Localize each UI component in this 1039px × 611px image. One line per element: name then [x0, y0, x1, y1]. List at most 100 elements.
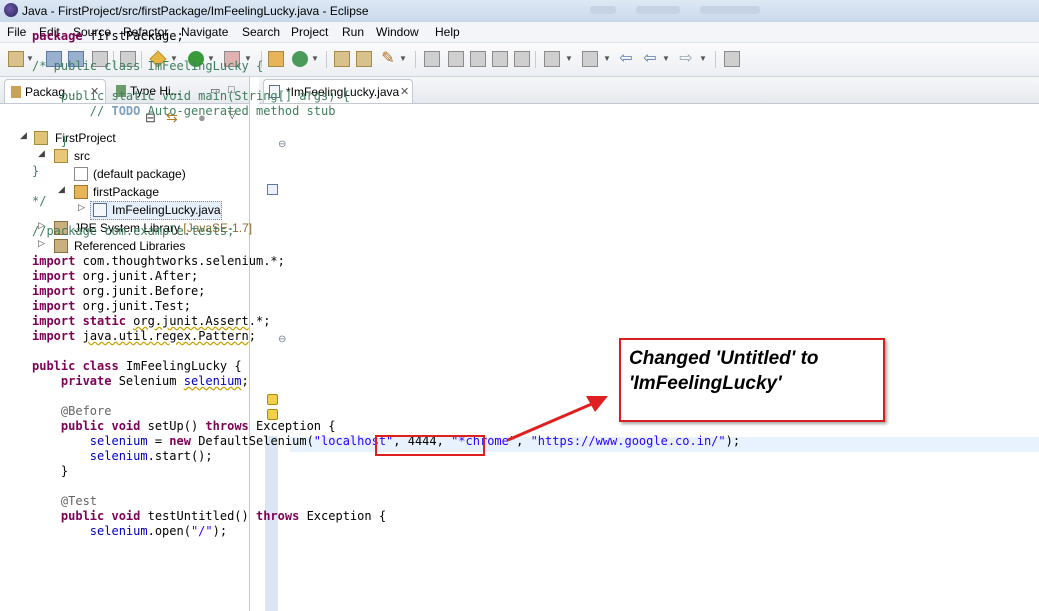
code-token: Exception { [299, 509, 387, 523]
code-line: private Selenium selenium; [32, 374, 249, 389]
search-icon[interactable]: ✎ [380, 51, 396, 67]
code-line: public void setUp() throws Exception { [32, 419, 336, 434]
code-token: .*; [248, 314, 271, 328]
last-edit-icon[interactable]: ⇦ [618, 51, 634, 67]
toolbar-separator [535, 51, 536, 68]
annotation-highlight-box [375, 435, 485, 456]
block-select-icon[interactable] [492, 51, 508, 67]
new-class-icon[interactable] [292, 51, 308, 67]
collapse-arrow-icon[interactable]: ▷ [78, 202, 88, 213]
code-line: import org.junit.After; [32, 269, 198, 284]
keyword: import [32, 269, 76, 283]
menu-help[interactable]: Help [435, 25, 460, 39]
string: "/" [190, 524, 213, 538]
blurred-region [636, 6, 680, 14]
close-icon[interactable]: ✕ [400, 85, 409, 98]
code-line: public void testUntitled() throws Except… [32, 509, 386, 524]
expand-arrow-icon[interactable]: ◢ [38, 148, 48, 159]
keyword: import [32, 329, 76, 343]
code-line: } [32, 464, 68, 479]
menu-file[interactable]: File [7, 25, 26, 39]
class-name: ImFeelingLucky [125, 359, 228, 373]
eclipse-logo-icon [4, 3, 18, 17]
keyword: new [169, 434, 191, 448]
next-annotation-icon[interactable] [544, 51, 560, 67]
edit-icon[interactable] [448, 51, 464, 67]
code-token: DefaultSelenium( [190, 434, 314, 448]
expand-arrow-icon[interactable]: ◢ [58, 184, 68, 195]
fold-icon[interactable]: ⊖ [278, 334, 286, 345]
keyword: throws [255, 509, 300, 523]
chevron-down-icon[interactable]: ▼ [311, 51, 319, 67]
code-token: com.thoughtworks.selenium.*; [75, 254, 285, 268]
chevron-down-icon[interactable]: ▼ [603, 51, 611, 67]
chevron-down-icon[interactable]: ▼ [662, 51, 670, 67]
code-token: = [147, 434, 170, 448]
toolbar-separator [715, 51, 716, 68]
back-icon[interactable]: ⇦ [642, 51, 658, 67]
todo-tag: TODO [111, 104, 141, 118]
field-name: selenium [89, 524, 148, 538]
callout-line: Changed 'Untitled' to [629, 348, 819, 369]
menu-navigate[interactable]: Navigate [181, 25, 228, 39]
toggle-mark-icon[interactable] [424, 51, 440, 67]
code-token: org.junit.After; [75, 269, 199, 283]
editor-tab-bar: *ImFeelingLucky.java ✕ [259, 77, 1039, 104]
chevron-down-icon[interactable]: ▼ [565, 51, 573, 67]
code-token: ; [241, 374, 249, 388]
code-line: public static void main(String[] args) { [32, 89, 350, 104]
menu-run[interactable]: Run [342, 25, 364, 39]
pin-editor-icon[interactable] [724, 51, 740, 67]
show-source-icon[interactable] [514, 51, 530, 67]
fold-icon[interactable]: ⊖ [278, 139, 286, 150]
keyword: import static [32, 314, 126, 328]
code-line: @Before [32, 404, 112, 419]
code-line: selenium.start(); [32, 449, 213, 464]
open-task-icon[interactable] [356, 51, 372, 67]
code-token: { [227, 359, 242, 373]
code-token: Selenium [111, 374, 184, 388]
chevron-down-icon[interactable]: ▼ [399, 51, 407, 67]
new-icon[interactable] [8, 51, 24, 67]
code-line: package firstPackage; [32, 29, 184, 44]
menu-project[interactable]: Project [291, 25, 328, 39]
field-name: selenium [89, 434, 148, 448]
library-icon [54, 239, 68, 253]
code-token: testUntitled() [140, 509, 256, 523]
annotation: @Before [60, 404, 112, 418]
task-icon[interactable] [267, 184, 278, 195]
tree-label: firstPackage [93, 185, 160, 199]
warning-icon[interactable] [267, 394, 278, 405]
java-file-icon [93, 203, 107, 217]
package-icon [74, 185, 88, 199]
code-line: //package com.example.tests; [32, 224, 234, 239]
code-token: ); [212, 524, 228, 538]
code-line: selenium.open("/"); [32, 524, 227, 539]
comment: public static void main(String[] args) { [32, 89, 350, 103]
open-type-icon[interactable] [334, 51, 350, 67]
chevron-down-icon[interactable]: ▼ [699, 51, 707, 67]
code-line: import static org.junit.Assert.*; [32, 314, 270, 329]
menu-search[interactable]: Search [242, 25, 280, 39]
prev-annotation-icon[interactable] [582, 51, 598, 67]
comment: //package com.example.tests; [32, 224, 235, 238]
code-line: import com.thoughtworks.selenium.*; [32, 254, 285, 269]
unused-import: java.util.regex.Pattern [82, 329, 249, 343]
tree-label: src [74, 149, 90, 163]
keyword: throws [205, 419, 249, 433]
forward-icon[interactable]: ⇨ [678, 51, 694, 67]
expand-arrow-icon[interactable]: ◢ [20, 130, 30, 141]
code-token: , [516, 434, 531, 448]
code-token: ; [248, 329, 256, 343]
tree-label: Referenced Libraries [74, 239, 186, 253]
code-line: public class ImFeelingLucky { [32, 359, 242, 374]
string: "https://www.google.co.in/" [530, 434, 726, 448]
collapse-arrow-icon[interactable]: ▷ [38, 238, 48, 249]
title-bar: Java - FirstProject/src/firstPackage/ImF… [0, 0, 1039, 23]
callout-text: Changed 'Untitled' to 'ImFeelingLucky' [629, 346, 881, 396]
whitespace-icon[interactable] [470, 51, 486, 67]
menu-window[interactable]: Window [376, 25, 419, 39]
code-token: .open( [147, 524, 191, 538]
new-package-icon[interactable] [268, 51, 284, 67]
code-token: setUp() [140, 419, 206, 433]
